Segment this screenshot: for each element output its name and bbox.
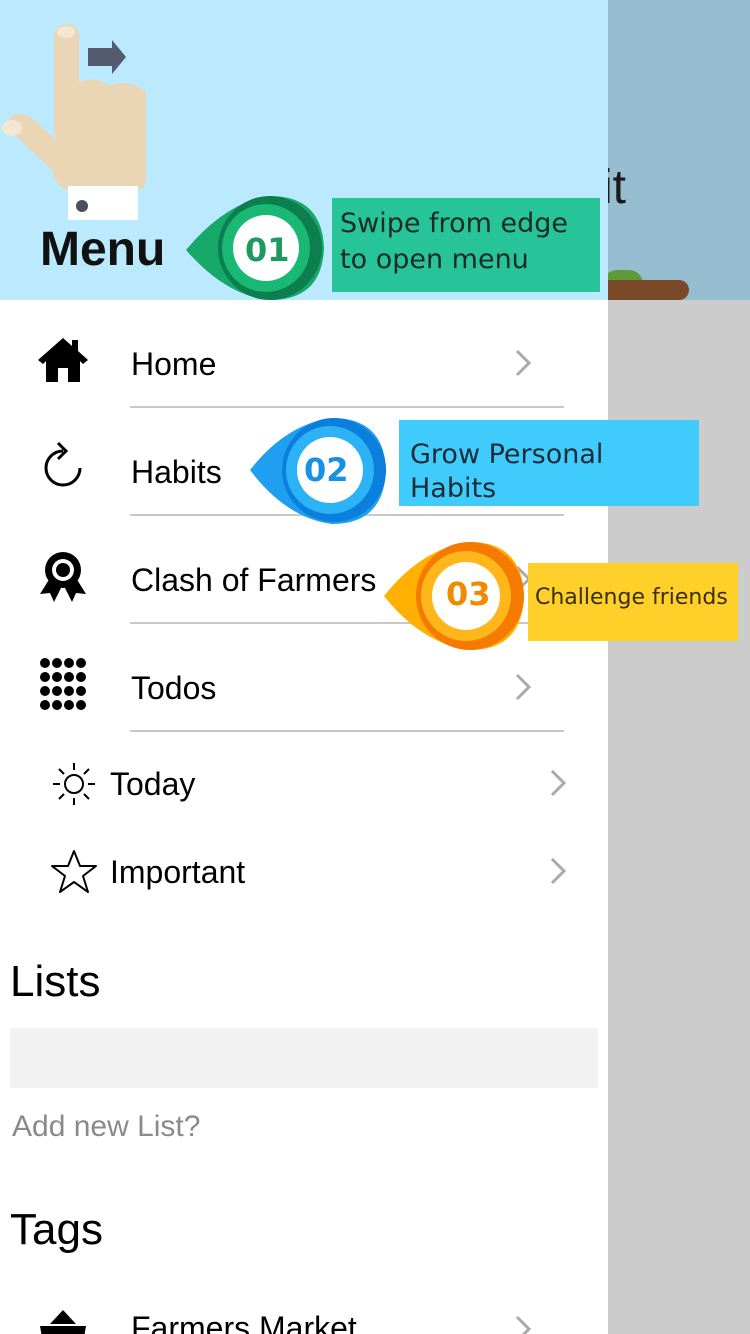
refresh-icon [44, 441, 82, 487]
tags-heading: Tags [10, 1205, 103, 1254]
chevron-right-icon [550, 769, 567, 797]
menu-item-label: Habits [131, 454, 222, 490]
menu-item-home[interactable]: Home [0, 300, 608, 408]
menu-item-label: Home [131, 346, 217, 382]
divider [130, 730, 564, 732]
swipe-hand-icon [2, 24, 147, 220]
tag-item-farmers-market[interactable]: Farmers Market [0, 1270, 608, 1334]
step-01-number: 01 [245, 231, 290, 269]
chevron-right-icon [515, 673, 532, 701]
chevron-right-icon [550, 857, 567, 885]
new-list-input[interactable] [10, 1028, 598, 1088]
star-icon [51, 850, 97, 893]
menu-item-label: Clash of Farmers [131, 562, 377, 598]
menu-item-label: Todos [131, 670, 217, 706]
add-new-list-link[interactable]: Add new List? [12, 1108, 200, 1146]
menu-item-label: Important [110, 854, 246, 890]
background-scene[interactable] [608, 0, 750, 300]
home-icon [38, 338, 88, 382]
shop-basket-icon [40, 1310, 86, 1334]
step-02-callout: Grow Personal Habits [399, 420, 699, 506]
award-ribbon-icon [40, 552, 86, 602]
step-02-number: 02 [304, 451, 349, 489]
chevron-right-icon [515, 349, 532, 377]
step-03-callout: Challenge friends [528, 563, 738, 641]
chevron-right-icon [515, 1315, 532, 1334]
menu-item-important[interactable]: Important [0, 830, 608, 918]
sun-icon [53, 763, 95, 805]
menu-title: Menu [40, 223, 166, 276]
step-01-callout: Swipe from edge to open menu [332, 198, 600, 292]
grid-dots-icon [40, 658, 86, 710]
menu-item-today[interactable]: Today [0, 742, 608, 830]
drawer-header: Menu 01 Swipe from edge to open menu [0, 0, 608, 300]
step-03-number: 03 [446, 575, 491, 613]
lists-heading: Lists [10, 957, 101, 1006]
side-drawer: Menu 01 Swipe from edge to open menu Hom… [0, 0, 608, 1334]
menu-item-label: Today [110, 766, 196, 802]
tag-item-label: Farmers Market [131, 1310, 357, 1334]
